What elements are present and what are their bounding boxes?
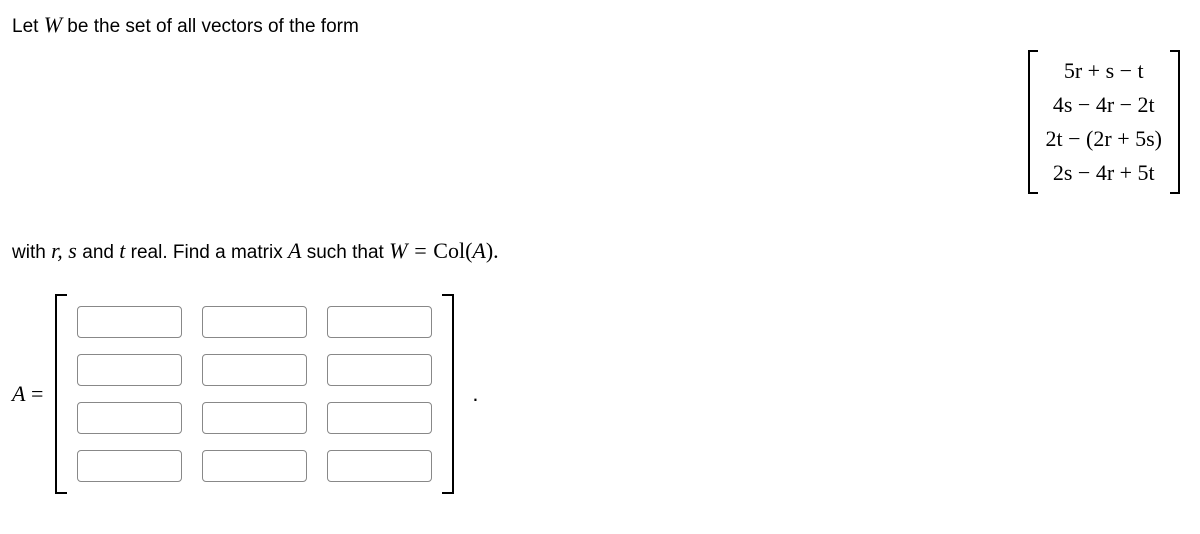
problem-line-1: Let W be the set of all vectors of the f… — [12, 12, 1188, 38]
matrix-cell-4-1[interactable] — [77, 450, 182, 482]
text-let: Let — [12, 16, 44, 37]
matrix-cell-2-2[interactable] — [202, 354, 307, 386]
var-W2: W = — [389, 238, 433, 263]
text-with: with — [12, 242, 51, 263]
bracket-right — [1170, 50, 1180, 194]
matrix-cell-1-3[interactable] — [327, 306, 432, 338]
vector-row-2: 4s − 4r − 2t — [1038, 88, 1170, 122]
matrix-grid — [77, 294, 432, 494]
matrix-cell-2-1[interactable] — [77, 354, 182, 386]
matrix-cell-1-2[interactable] — [202, 306, 307, 338]
text-such: such that — [301, 242, 389, 263]
text-and: and — [82, 242, 119, 263]
vector-row-4: 2s − 4r + 5t — [1038, 156, 1170, 190]
matrix-bracket-left — [55, 294, 67, 494]
matrix-input — [55, 294, 454, 494]
text-real: real. Find a matrix — [125, 242, 288, 263]
var-A: A — [288, 238, 301, 263]
text-rest1: be the set of all vectors of the form — [62, 16, 359, 37]
matrix-cell-3-3[interactable] — [327, 402, 432, 434]
matrix-cell-3-1[interactable] — [77, 402, 182, 434]
matrix-cell-4-3[interactable] — [327, 450, 432, 482]
problem-line-2: with r, s and t real. Find a matrix A su… — [12, 238, 1188, 264]
vector-row-1: 5r + s − t — [1038, 54, 1170, 88]
answer-equals: = — [25, 381, 43, 406]
answer-A: A — [12, 381, 25, 406]
vector-expression: 5r + s − t 4s − 4r − 2t 2t − (2r + 5s) 2… — [1028, 50, 1180, 194]
matrix-cell-2-3[interactable] — [327, 354, 432, 386]
text-close: ). — [486, 238, 499, 263]
matrix-cell-1-1[interactable] — [77, 306, 182, 338]
vars-rs: r, s — [51, 238, 82, 263]
matrix-cell-4-2[interactable] — [202, 450, 307, 482]
matrix-bracket-right — [442, 294, 454, 494]
vector-row-3: 2t − (2r + 5s) — [1038, 122, 1170, 156]
bracket-left — [1028, 50, 1038, 194]
text-col: Col( — [433, 238, 472, 263]
answer-label: A = — [12, 381, 43, 407]
answer-area: A = . — [12, 294, 1188, 494]
matrix-cell-3-2[interactable] — [202, 402, 307, 434]
var-A2: A — [472, 238, 485, 263]
period: . — [472, 381, 478, 407]
var-W: W — [44, 12, 62, 37]
